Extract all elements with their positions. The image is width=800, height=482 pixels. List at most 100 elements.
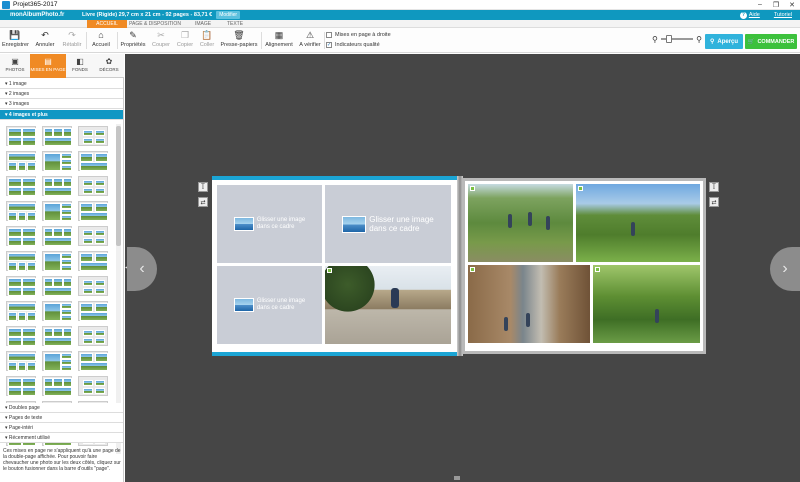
layout-thumbnail[interactable] <box>78 251 108 271</box>
scrollbar-thumb[interactable] <box>116 126 121 246</box>
layout-thumbnail-cell <box>61 265 72 271</box>
zoom-out-icon[interactable]: ⚲ <box>652 35 658 44</box>
layout-thumbnail[interactable] <box>42 176 72 196</box>
accordion-4-images-plus[interactable]: ▾ 4 images et plus <box>0 110 123 120</box>
help-link[interactable]: ? Aide <box>739 11 760 19</box>
align-button[interactable]: ▦ Alignement <box>264 30 294 51</box>
layout-thumbnail[interactable] <box>42 351 72 371</box>
copy-button[interactable]: ❐ Copier <box>173 30 197 51</box>
zoom-slider-thumb[interactable] <box>666 35 673 43</box>
maximize-button[interactable]: ❐ <box>768 0 784 10</box>
layout-thumbnail[interactable] <box>42 201 72 221</box>
accordion-1-image[interactable]: ▾ 1 image <box>0 79 123 89</box>
bottom-resize-handle[interactable] <box>454 476 460 480</box>
cut-button[interactable]: ✂ Couper <box>149 30 173 51</box>
tutorial-link[interactable]: Tutoriel <box>774 12 792 18</box>
layout-thumbnail[interactable] <box>42 326 72 346</box>
zoom-slider[interactable] <box>660 35 694 43</box>
preview-button[interactable]: ⚲ Aperçu <box>705 34 743 49</box>
layout-thumbnail[interactable] <box>42 251 72 271</box>
tab-page-disposition[interactable]: PAGE & DISPOSITION <box>129 20 181 28</box>
paste-button[interactable]: 📋 Coller <box>196 30 218 51</box>
layout-thumbnail-cell <box>82 229 93 237</box>
accordion-separator-pages[interactable]: ▾ Page-intéri <box>0 423 123 433</box>
home-button[interactable]: ⌂ Accueil <box>89 30 113 51</box>
left-page[interactable]: Glisser une image dans ce cadre Glisser u… <box>212 176 459 356</box>
tab-mises-en-page[interactable]: ▤ MISES EN PAGE <box>30 54 66 78</box>
layout-thumbnail[interactable] <box>78 351 108 371</box>
layout-thumbnail[interactable] <box>6 376 36 396</box>
photo-meadow[interactable] <box>576 184 700 262</box>
layout-thumbnail[interactable] <box>6 226 36 246</box>
save-button[interactable]: 💾 Enregistrer <box>2 30 29 51</box>
layout-thumbnail[interactable] <box>6 201 36 221</box>
layout-thumbnail[interactable] <box>78 276 108 296</box>
photo-forest-group[interactable] <box>468 184 573 262</box>
photo-cyclist[interactable] <box>325 266 451 344</box>
layout-thumbnail-cell <box>80 203 94 212</box>
properties-button[interactable]: ✎ Propriétés <box>120 30 146 51</box>
tab-accueil[interactable]: ACCUEIL <box>87 20 127 28</box>
layout-thumbnail[interactable] <box>6 301 36 321</box>
accordion-recent[interactable]: ▾ Récemment utilisé <box>0 433 123 443</box>
tab-decors[interactable]: ✿ DÉCORS <box>94 54 124 78</box>
layout-thumbnail[interactable] <box>6 326 36 346</box>
photo-village-street[interactable] <box>468 265 590 343</box>
image-placeholder-icon <box>233 298 254 312</box>
tab-photos[interactable]: ▣ PHOTOS <box>0 54 30 78</box>
layout-thumbnail[interactable] <box>6 151 36 171</box>
layout-thumbnail[interactable] <box>78 126 108 146</box>
photo-slot-empty[interactable]: Glisser une image dans ce cadre <box>325 185 451 263</box>
layout-thumbnail[interactable] <box>78 226 108 246</box>
accordion-text-pages[interactable]: ▾ Pages de texte <box>0 413 123 423</box>
close-button[interactable]: ✕ <box>784 0 800 10</box>
layout-thumbnail[interactable] <box>6 126 36 146</box>
clipboard-button[interactable]: 🗑 Presse-papiers <box>219 30 259 51</box>
left-text-tool-button[interactable]: Ṯ <box>198 182 208 192</box>
right-text-tool-button[interactable]: Ṯ <box>709 182 719 192</box>
quality-indicators-checkbox[interactable]: ✓ Indicateurs qualité <box>326 42 380 48</box>
check-button[interactable]: ⚠ A vérifier <box>297 30 323 51</box>
right-page[interactable] <box>462 178 706 354</box>
layout-thumbnail[interactable] <box>42 151 72 171</box>
brand-bar: monAlbumPhoto.fr Livre (Rigide) 29,7 cm … <box>0 10 800 20</box>
right-layout-checkbox[interactable]: Mises en page à droite <box>326 32 391 38</box>
previous-page-button[interactable]: ‹ <box>127 247 157 291</box>
redo-button[interactable]: ↷ Rétablir <box>59 30 85 51</box>
left-swap-tool-button[interactable]: ⇄ <box>198 197 208 207</box>
layout-thumbnail[interactable] <box>42 276 72 296</box>
photo-slot-empty[interactable]: Glisser une image dans ce cadre <box>217 266 322 344</box>
accordion-3-images[interactable]: ▾ 3 images <box>0 99 123 109</box>
zoom-control[interactable]: ⚲ ⚲ <box>652 34 702 44</box>
next-page-button[interactable]: › <box>770 247 800 291</box>
layout-thumbnail[interactable] <box>42 126 72 146</box>
tab-texte[interactable]: TEXTE <box>222 20 248 28</box>
modify-button[interactable]: Modifier <box>216 11 241 19</box>
accordion-double-pages[interactable]: ▾ Doubles page <box>0 403 123 413</box>
photo-forest-path[interactable] <box>593 265 700 343</box>
layout-thumbnail[interactable] <box>6 251 36 271</box>
tab-image[interactable]: IMAGE <box>185 20 221 28</box>
layout-thumbnail[interactable] <box>78 151 108 171</box>
accordion-2-images[interactable]: ▾ 2 images <box>0 89 123 99</box>
zoom-in-icon[interactable]: ⚲ <box>696 35 702 44</box>
order-button[interactable]: 🛒 COMMANDER <box>745 34 797 49</box>
layout-thumbnail[interactable] <box>78 376 108 396</box>
tab-fonds[interactable]: ◧ FONDS <box>66 54 94 78</box>
undo-button[interactable]: ↶ Annuler <box>33 30 57 51</box>
layout-thumbnail[interactable] <box>42 301 72 321</box>
layout-thumbnail-cell <box>62 228 72 237</box>
layout-thumbnail[interactable] <box>78 301 108 321</box>
layout-thumbnail[interactable] <box>6 176 36 196</box>
photo-slot-empty[interactable]: Glisser une image dans ce cadre <box>217 185 322 263</box>
layout-thumbnail[interactable] <box>78 326 108 346</box>
minimize-button[interactable]: – <box>752 0 768 10</box>
right-swap-tool-button[interactable]: ⇄ <box>709 197 719 207</box>
layout-thumbnail-cell <box>61 259 72 265</box>
layout-thumbnail[interactable] <box>78 176 108 196</box>
layout-thumbnail[interactable] <box>6 351 36 371</box>
layout-thumbnail[interactable] <box>6 276 36 296</box>
layout-thumbnail[interactable] <box>42 226 72 246</box>
layout-thumbnail[interactable] <box>78 201 108 221</box>
layout-thumbnail[interactable] <box>42 376 72 396</box>
